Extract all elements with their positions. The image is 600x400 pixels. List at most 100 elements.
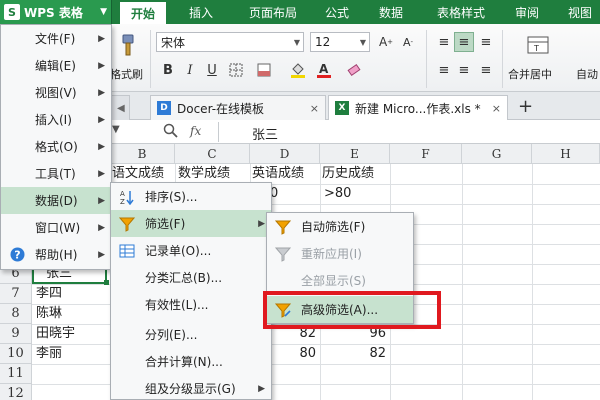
- font-color-icon[interactable]: A: [314, 60, 334, 80]
- bold-icon[interactable]: B: [158, 60, 178, 80]
- clear-format-icon[interactable]: [344, 60, 364, 80]
- auto-wrap-label[interactable]: 自动: [576, 66, 598, 82]
- menu-item-sort[interactable]: AZ 排序(S)...: [111, 183, 271, 210]
- spreadsheet-icon: X: [335, 101, 349, 115]
- menu-item-insert[interactable]: 插入(I) ▶: [1, 106, 111, 133]
- menu-item-auto-filter[interactable]: 自动筛选(F): [267, 213, 413, 240]
- menu-item-help[interactable]: ? 帮助(H) ▶: [1, 241, 111, 268]
- column-header-h[interactable]: H: [532, 144, 600, 164]
- format-painter-icon[interactable]: [114, 32, 138, 60]
- row-header-7[interactable]: 7: [0, 284, 32, 304]
- column-header-g[interactable]: G: [462, 144, 532, 164]
- svg-text:A: A: [319, 62, 329, 76]
- tab-data[interactable]: 数据: [368, 0, 414, 24]
- tab-workbook[interactable]: X 新建 Micro...作表.xls * ×: [328, 95, 508, 120]
- wps-app-menu-button[interactable]: S WPS 表格 ▼: [0, 0, 112, 24]
- align-top-icon[interactable]: ≡: [434, 32, 454, 52]
- cell-name-8[interactable]: 陈琳: [36, 304, 62, 324]
- menu-item-window[interactable]: 窗口(W) ▶: [1, 214, 111, 241]
- tab-insert[interactable]: 插入: [178, 0, 224, 24]
- borders-icon[interactable]: [226, 60, 246, 80]
- font-name-select[interactable]: 宋体 ▼: [156, 32, 304, 52]
- chevron-right-icon: ▶: [258, 218, 265, 229]
- align-right-icon[interactable]: ≡: [476, 60, 496, 80]
- italic-icon[interactable]: I: [180, 60, 200, 80]
- menu-item-edit[interactable]: 编辑(E) ▶: [1, 52, 111, 79]
- fill-color-icon[interactable]: [288, 60, 308, 80]
- cell-name-9[interactable]: 田晓宇: [36, 324, 75, 344]
- menu-item-reapply[interactable]: 重新应用(I): [267, 240, 413, 267]
- function-icon[interactable]: fx: [190, 124, 201, 138]
- column-header-e[interactable]: E: [320, 144, 390, 164]
- row-header-8[interactable]: 8: [0, 304, 32, 324]
- row-header-9[interactable]: 9: [0, 324, 32, 344]
- menu-item-view[interactable]: 视图(V) ▶: [1, 79, 111, 106]
- menu-item-consolidate[interactable]: 合并计算(N)...: [111, 348, 271, 375]
- fill-handle[interactable]: [104, 280, 109, 285]
- menu-item-text-to-columns[interactable]: 分列(E)...: [111, 321, 271, 348]
- merge-center-label[interactable]: 合并居中: [508, 66, 552, 82]
- auto-filter-icon: [275, 219, 291, 235]
- chevron-right-icon: ▶: [98, 141, 105, 152]
- tab-scroll-left[interactable]: ◀: [110, 95, 130, 120]
- cell-d1[interactable]: 英语成绩: [252, 164, 304, 184]
- svg-text:Z: Z: [120, 198, 125, 205]
- tab-home[interactable]: 开始: [120, 0, 166, 24]
- chevron-right-icon: ▶: [98, 168, 105, 179]
- menu-item-filter[interactable]: 筛选(F) ▶: [111, 210, 271, 237]
- format-painter-label[interactable]: 格式刷: [110, 66, 143, 82]
- tab-review[interactable]: 审阅: [504, 0, 550, 24]
- cell-name-7[interactable]: 李四: [36, 284, 62, 304]
- menu-item-group-outline[interactable]: 组及分级显示(G) ▶: [111, 375, 271, 400]
- underline-icon[interactable]: U: [202, 60, 222, 80]
- menu-item-format[interactable]: 格式(O) ▶: [1, 133, 111, 160]
- menu-item-label: 分列(E)...: [145, 328, 198, 342]
- new-tab-button[interactable]: +: [518, 96, 533, 117]
- row-header-11[interactable]: 11: [0, 364, 32, 384]
- menu-item-label: 数据(D): [35, 194, 78, 208]
- align-left-icon[interactable]: ≡: [434, 60, 454, 80]
- menu-item-show-all[interactable]: 全部显示(S): [267, 267, 413, 294]
- row-header-10[interactable]: 10: [0, 344, 32, 364]
- tab-table-style[interactable]: 表格样式: [424, 0, 498, 24]
- close-icon[interactable]: ×: [310, 102, 319, 115]
- cell-e1[interactable]: 历史成绩: [322, 164, 374, 184]
- column-header-d[interactable]: D: [250, 144, 320, 164]
- column-header-c[interactable]: C: [175, 144, 250, 164]
- cell-e10[interactable]: 82: [320, 344, 390, 364]
- menu-item-subtotal[interactable]: 分类汇总(B)...: [111, 264, 271, 291]
- column-header-b[interactable]: B: [110, 144, 175, 164]
- formula-input[interactable]: 张三: [252, 124, 278, 143]
- align-bottom-icon[interactable]: ≡: [476, 32, 496, 52]
- zoom-search-icon[interactable]: [163, 123, 181, 141]
- row-header-12[interactable]: 12: [0, 384, 32, 400]
- decrease-font-icon[interactable]: A-: [398, 32, 418, 52]
- menu-item-tools[interactable]: 工具(T) ▶: [1, 160, 111, 187]
- increase-font-icon[interactable]: A +: [376, 32, 396, 52]
- menu-item-record-form[interactable]: 记录单(O)...: [111, 237, 271, 264]
- align-middle-icon[interactable]: ≡: [454, 32, 474, 52]
- tab-page-layout[interactable]: 页面布局: [238, 0, 308, 24]
- name-box-dropdown-icon[interactable]: ▼: [112, 124, 120, 135]
- menu-item-file[interactable]: 文件(F) ▶: [1, 25, 111, 52]
- cell-style-icon[interactable]: [254, 60, 274, 80]
- column-header-f[interactable]: F: [390, 144, 462, 164]
- menu-item-validation[interactable]: 有效性(L)...: [111, 291, 271, 318]
- font-size-select[interactable]: 12 ▼: [310, 32, 370, 52]
- menu-item-label: 文件(F): [35, 32, 76, 46]
- menu-item-data[interactable]: 数据(D) ▶: [1, 187, 111, 214]
- cell-name-10[interactable]: 李丽: [36, 344, 62, 364]
- doc-tab-label: Docer-在线模板: [177, 101, 265, 116]
- tab-formulas[interactable]: 公式: [314, 0, 360, 24]
- menu-item-label: 窗口(W): [35, 221, 81, 235]
- highlight-annotation-box: [263, 291, 441, 329]
- cell-c1[interactable]: 数学成绩: [178, 164, 230, 184]
- tab-view[interactable]: 视图: [560, 0, 600, 24]
- cell-e2[interactable]: >80: [324, 184, 351, 204]
- ribbon-tab-bar: S WPS 表格 ▼ 开始 插入 页面布局 公式 数据 表格样式 审阅 视图: [0, 0, 600, 24]
- tab-docer-templates[interactable]: D Docer-在线模板 ×: [150, 95, 326, 120]
- merge-center-icon[interactable]: T: [526, 32, 550, 58]
- close-icon[interactable]: ×: [492, 102, 501, 115]
- align-center-icon[interactable]: ≡: [454, 60, 474, 80]
- cell-b1[interactable]: 语文成绩: [112, 164, 164, 184]
